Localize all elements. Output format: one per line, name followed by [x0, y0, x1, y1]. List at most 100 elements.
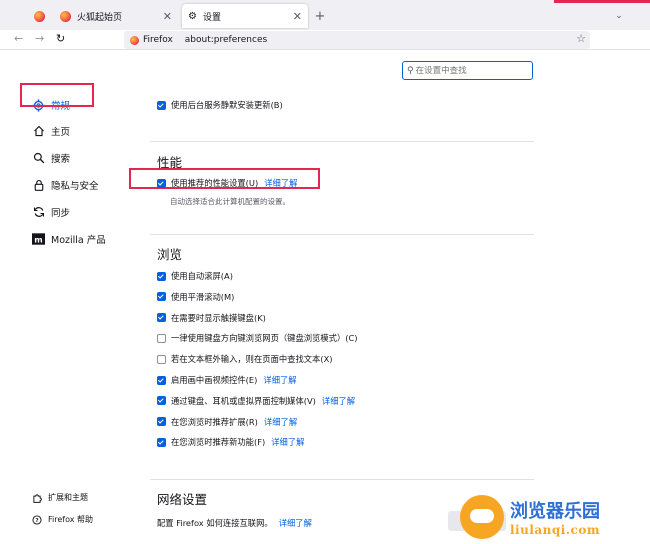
option-label: 若在文本框外输入，则在页面中查找文本(X): [171, 354, 333, 365]
watermark-url: liulanqi.com: [510, 523, 601, 537]
network-description: 配置 Firefox 如何连接互联网。: [157, 518, 273, 528]
home-icon: [32, 125, 45, 138]
performance-heading: 性能: [157, 155, 183, 170]
tab-label: 设置: [202, 12, 221, 23]
sidebar-item-addons[interactable]: 扩展和主题: [32, 492, 88, 503]
window-accent-mark: [554, 0, 650, 3]
background-update-option[interactable]: 使用后台服务静默安装更新(B): [157, 99, 283, 111]
new-tab-button[interactable]: +: [312, 4, 328, 28]
search-icon: ⚲: [407, 65, 414, 76]
url-bar[interactable]: Firefox about:preferences ☆: [124, 31, 590, 49]
sidebar-item-mozilla-products[interactable]: m Mozilla 产品: [32, 230, 106, 248]
network-heading: 网络设置: [157, 492, 208, 507]
checkbox[interactable]: [157, 396, 166, 406]
close-icon[interactable]: ✕: [163, 10, 172, 23]
svg-text:?: ?: [35, 518, 38, 524]
checkbox[interactable]: [157, 375, 166, 385]
bookmark-star-icon[interactable]: ☆: [576, 32, 586, 45]
checkbox[interactable]: [157, 178, 166, 188]
option-label: 通过键盘、耳机或虚拟界面控制媒体(V): [171, 395, 316, 406]
option-label: 使用平滑滚动(M): [171, 291, 235, 302]
sidebar-item-label: 扩展和主题: [48, 493, 88, 502]
lock-icon: [32, 179, 45, 192]
close-icon[interactable]: ✕: [293, 10, 302, 23]
watermark-title: 浏览器乐园: [510, 501, 600, 522]
learn-more-link[interactable]: 详细了解: [322, 395, 355, 407]
tab-label: 火狐起始页: [77, 12, 123, 23]
highlight-box-general: [20, 83, 94, 107]
sidebar-item-search[interactable]: 搜索: [32, 149, 70, 167]
sidebar-item-label: Mozilla 产品: [51, 235, 106, 246]
section-divider: [150, 479, 534, 480]
site-watermark: 浏览器乐园 liulanqi.com: [460, 491, 650, 543]
checkbox[interactable]: [157, 333, 166, 343]
identity-box[interactable]: Firefox: [124, 35, 173, 45]
sidebar-item-label: 隐私与安全: [51, 181, 99, 192]
reload-icon[interactable]: ↻: [56, 32, 65, 45]
browsing-option[interactable]: 若在文本框外输入，则在页面中查找文本(X): [157, 353, 333, 365]
learn-more-link[interactable]: 详细了解: [271, 436, 304, 448]
list-all-tabs-button[interactable]: ⌄: [612, 4, 626, 28]
sidebar-item-help[interactable]: ? Firefox 帮助: [32, 514, 93, 525]
gear-icon: ⚙: [188, 10, 197, 22]
svg-text:m: m: [34, 234, 42, 244]
learn-more-link[interactable]: 详细了解: [279, 517, 312, 529]
checkbox[interactable]: [157, 292, 166, 302]
browsing-option[interactable]: 使用平滑滚动(M): [157, 291, 234, 303]
tab-strip: 火狐起始页 ✕ ⚙ 设置 ✕ + ⌄: [0, 0, 650, 30]
browsing-option[interactable]: 在您浏览时推荐新功能(F) 详细了解: [157, 436, 304, 448]
learn-more-link[interactable]: 详细了解: [263, 374, 296, 386]
firefox-logo-icon: [33, 10, 45, 22]
browsing-option[interactable]: 一律使用键盘方向键浏览网页（键盘浏览模式）(C): [157, 332, 358, 344]
preferences-search[interactable]: ⚲: [402, 61, 533, 80]
section-divider: [150, 141, 534, 142]
browsing-option[interactable]: 启用画中画视频控件(E) 详细了解: [157, 374, 297, 386]
mozilla-icon: m: [32, 233, 45, 246]
option-label: 使用自动滚屏(A): [171, 271, 233, 281]
network-description-row: 配置 Firefox 如何连接互联网。 详细了解: [157, 517, 312, 529]
option-label: 使用推荐的性能设置(U): [171, 178, 259, 188]
checkbox[interactable]: [157, 313, 166, 323]
learn-more-link[interactable]: 详细了解: [264, 177, 297, 189]
option-label: 一律使用键盘方向键浏览网页（键盘浏览模式）(C): [171, 333, 358, 344]
checkbox[interactable]: [157, 271, 166, 281]
option-label: 在您浏览时推荐扩展(R): [171, 416, 258, 427]
option-label: 在需要时显示触摸键盘(K): [171, 312, 266, 323]
sidebar-item-label: 搜索: [51, 154, 71, 165]
tab-settings[interactable]: ⚙ 设置 ✕: [182, 4, 308, 28]
performance-description: 自动选择适合此计算机配置的设置。: [170, 197, 290, 206]
option-label: 在您浏览时推荐新功能(F): [171, 437, 266, 448]
search-icon: [32, 152, 45, 165]
forward-arrow-icon[interactable]: →: [35, 32, 44, 45]
browsing-option[interactable]: 使用自动滚屏(A): [157, 270, 233, 282]
option-label: 使用后台服务静默安装更新(B): [171, 100, 283, 110]
browsing-option[interactable]: 在需要时显示触摸键盘(K): [157, 312, 266, 324]
tab-pinned-firefox[interactable]: [26, 4, 52, 28]
url-text[interactable]: about:preferences: [185, 35, 267, 45]
browsing-option[interactable]: 通过键盘、耳机或虚拟界面控制媒体(V) 详细了解: [157, 395, 355, 407]
checkbox[interactable]: [157, 417, 166, 427]
sync-icon: [32, 206, 45, 219]
checkbox[interactable]: [157, 437, 166, 447]
learn-more-link[interactable]: 详细了解: [264, 416, 297, 428]
sidebar-item-privacy[interactable]: 隐私与安全: [32, 176, 99, 194]
checkbox[interactable]: [157, 100, 166, 110]
navigation-toolbar: ← → ↻ Firefox about:preferences ☆: [0, 30, 650, 50]
watermark-logo-icon: [460, 495, 504, 539]
firefox-logo-icon: [60, 10, 71, 22]
sidebar-item-label: 同步: [51, 208, 71, 219]
sidebar-item-sync[interactable]: 同步: [32, 203, 70, 221]
preferences-page: ⚲ 常规 主页 搜索 隐私与安全 同步 m Mozilla: [0, 51, 650, 544]
search-input[interactable]: [415, 65, 526, 76]
sidebar-item-home[interactable]: 主页: [32, 122, 70, 140]
sidebar-item-label: Firefox 帮助: [48, 515, 94, 524]
back-arrow-icon[interactable]: ←: [14, 32, 23, 45]
recommended-performance-option[interactable]: 使用推荐的性能设置(U) 详细了解: [157, 177, 297, 189]
browsing-heading: 浏览: [157, 247, 183, 262]
sidebar-item-label: 主页: [51, 127, 71, 138]
section-divider: [150, 234, 534, 235]
tab-firefox-home[interactable]: 火狐起始页 ✕: [56, 4, 178, 28]
checkbox[interactable]: [157, 354, 166, 364]
firefox-logo-icon: [130, 35, 139, 45]
browsing-option[interactable]: 在您浏览时推荐扩展(R) 详细了解: [157, 416, 297, 428]
